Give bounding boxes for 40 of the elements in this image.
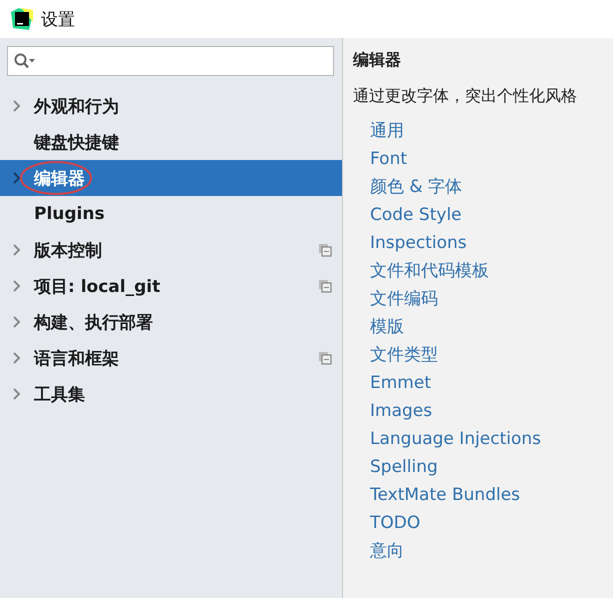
tree-item[interactable]: 版本控制 (0, 232, 342, 268)
tree-item[interactable]: 项目: local_git (0, 268, 342, 304)
settings-link[interactable]: 颜色 & 字体 (370, 173, 462, 201)
tree-item-label: 工具集 (34, 384, 85, 406)
search-icon (14, 53, 36, 69)
settings-link[interactable]: Language Injections (370, 425, 542, 453)
settings-link[interactable]: 文件和代码模板 (370, 257, 489, 285)
settings-link[interactable]: Code Style (370, 201, 462, 229)
app-logo-icon (11, 8, 33, 30)
tree-item[interactable]: 工具集 (0, 376, 342, 412)
settings-link[interactable]: Emmet (370, 369, 431, 397)
tree-item-label: 版本控制 (34, 240, 102, 262)
tree-item[interactable]: Plugins (0, 196, 342, 232)
settings-link[interactable]: Images (370, 397, 432, 425)
tree-item-label: 构建、执行部署 (34, 312, 153, 334)
settings-link[interactable]: 文件编码 (370, 285, 438, 313)
settings-link[interactable]: 文件类型 (370, 341, 438, 369)
settings-link[interactable]: Spelling (370, 453, 438, 481)
tree-item[interactable]: 编辑器 (0, 160, 342, 196)
settings-link[interactable]: TODO (370, 509, 420, 537)
tree-item-label: 键盘快捷键 (34, 132, 119, 154)
tree-item-label: 项目: local_git (34, 276, 160, 298)
tree-item-label: Plugins (34, 204, 105, 224)
settings-link[interactable]: Inspections (370, 229, 467, 257)
tree-item-label: 外观和行为 (34, 96, 119, 118)
window-title: 设置 (41, 8, 75, 30)
tree-item[interactable]: 外观和行为 (0, 88, 342, 124)
tree-item[interactable]: 键盘快捷键 (0, 124, 342, 160)
tree-item[interactable]: 构建、执行部署 (0, 304, 342, 340)
section-heading: 编辑器 (353, 50, 402, 71)
section-description: 通过更改字体，突出个性化风格 (353, 86, 578, 107)
settings-link[interactable]: TextMate Bundles (370, 481, 520, 509)
tree-item-label: 语言和框架 (34, 348, 119, 370)
tree-item-label: 编辑器 (34, 168, 85, 190)
search-field[interactable] (7, 46, 334, 76)
settings-link[interactable]: 意向 (370, 537, 404, 565)
tree-item[interactable]: 语言和框架 (0, 340, 342, 376)
settings-link[interactable]: Font (370, 145, 408, 173)
settings-link[interactable]: 通用 (370, 117, 404, 145)
settings-link[interactable]: 模版 (370, 313, 404, 341)
